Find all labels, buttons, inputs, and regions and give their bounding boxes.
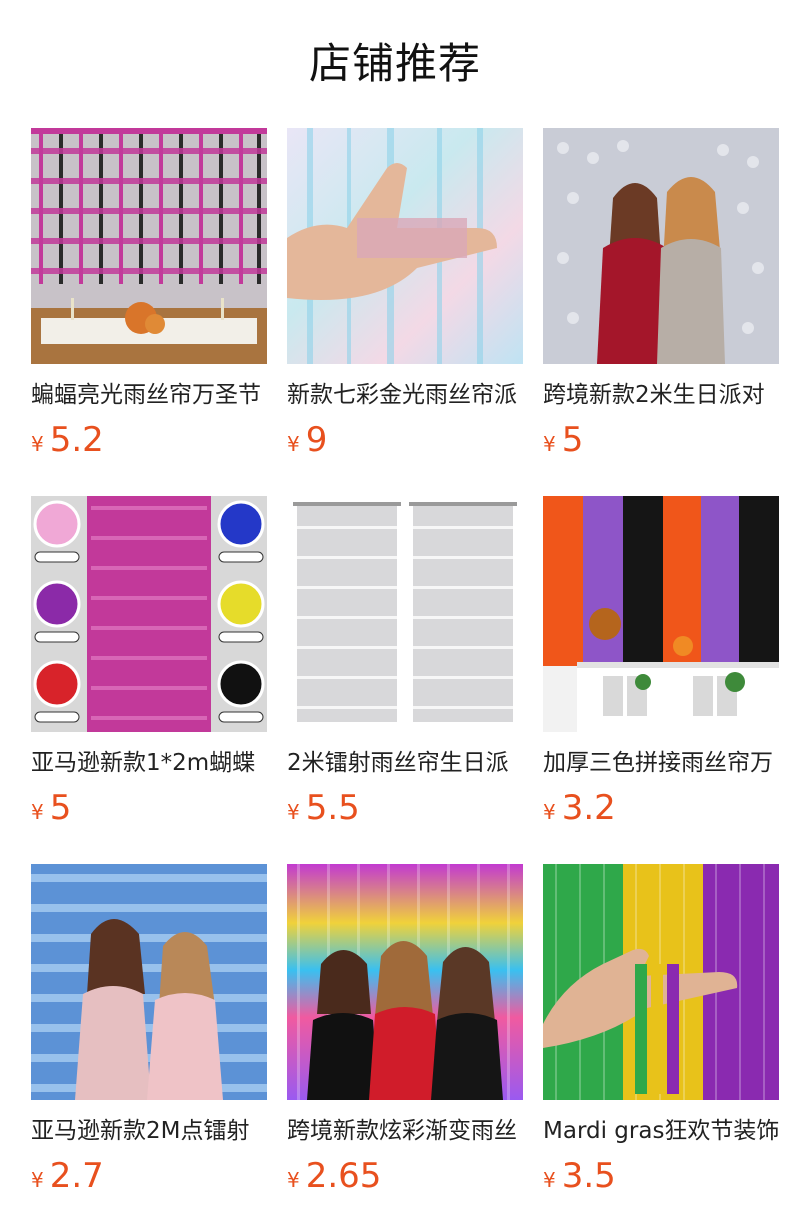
price-value: 3.5	[561, 1156, 616, 1196]
product-price: ¥3.5	[543, 1154, 779, 1198]
product-title[interactable]: 亚马逊新款1*2m蝴蝶	[31, 746, 267, 780]
product-card[interactable]: 亚马逊新款2M点镭射 ¥2.7	[31, 864, 267, 1232]
price-value: 5	[561, 420, 584, 460]
product-title[interactable]: 亚马逊新款2M点镭射	[31, 1114, 267, 1148]
product-card[interactable]: 2米镭射雨丝帘生日派 ¥5.5	[287, 496, 523, 864]
bat-curtain-table-photo-icon	[31, 128, 267, 364]
rainbow-gradient-curtain-women-photo-icon	[287, 864, 523, 1100]
product-image[interactable]	[287, 864, 523, 1100]
product-card[interactable]: 亚马逊新款1*2m蝴蝶 ¥5	[31, 496, 267, 864]
currency-symbol: ¥	[287, 800, 300, 824]
product-price: ¥3.2	[543, 786, 779, 830]
product-image[interactable]	[287, 128, 523, 364]
currency-symbol: ¥	[287, 432, 300, 456]
product-image[interactable]	[31, 128, 267, 364]
product-card[interactable]: 蝙蝠亮光雨丝帘万圣节 ¥5.2	[31, 128, 267, 496]
product-price: ¥5.2	[31, 418, 267, 462]
page-title: 店铺推荐	[308, 39, 481, 88]
currency-symbol: ¥	[31, 800, 44, 824]
blue-dot-curtain-women-photo-icon	[31, 864, 267, 1100]
product-card[interactable]: 跨境新款炫彩渐变雨丝 ¥2.65	[287, 864, 523, 1232]
currency-symbol: ¥	[287, 1168, 300, 1192]
product-title[interactable]: 跨境新款2米生日派对	[543, 378, 779, 412]
butterfly-curtain-colors-photo-icon	[31, 496, 267, 732]
product-price: ¥2.7	[31, 1154, 267, 1198]
product-image[interactable]	[31, 864, 267, 1100]
price-value: 5.2	[49, 420, 104, 460]
currency-symbol: ¥	[543, 1168, 556, 1192]
product-title[interactable]: Mardi gras狂欢节装饰	[543, 1114, 779, 1148]
currency-symbol: ¥	[31, 432, 44, 456]
product-grid: 蝙蝠亮光雨丝帘万圣节 ¥5.2 新款七彩金光雨丝帘派 ¥ 9 跨境新款2米生日派…	[31, 128, 779, 1232]
product-image[interactable]	[287, 496, 523, 732]
product-card[interactable]: 跨境新款2米生日派对 ¥5	[543, 128, 779, 496]
price-value: 2.7	[49, 1156, 104, 1196]
product-title[interactable]: 新款七彩金光雨丝帘派	[287, 378, 523, 412]
price-value: 5	[49, 788, 72, 828]
currency-symbol: ¥	[31, 1168, 44, 1192]
product-price: ¥9	[287, 418, 523, 462]
currency-symbol: ¥	[543, 432, 556, 456]
product-price: ¥5	[543, 418, 779, 462]
currency-symbol: ¥	[543, 800, 556, 824]
product-card[interactable]: Mardi gras狂欢节装饰 ¥3.5	[543, 864, 779, 1232]
product-price: ¥5.5	[287, 786, 523, 830]
sequin-curtain-party-women-photo-icon	[543, 128, 779, 364]
price-value: 3.2	[561, 788, 616, 828]
tricolor-fringe-curtain-photo-icon	[543, 496, 779, 732]
product-price: ¥5	[31, 786, 267, 830]
product-image[interactable]	[543, 128, 779, 364]
product-price: ¥2.65	[287, 1154, 523, 1198]
product-card[interactable]: 新款七彩金光雨丝帘派 ¥9	[287, 128, 523, 496]
mardi-gras-fringe-hand-photo-icon	[543, 864, 779, 1100]
product-image[interactable]	[543, 864, 779, 1100]
product-title[interactable]: 2米镭射雨丝帘生日派	[287, 746, 523, 780]
price-value: 9	[305, 420, 328, 460]
product-card[interactable]: 加厚三色拼接雨丝帘万 ¥3.2	[543, 496, 779, 864]
product-image[interactable]	[543, 496, 779, 732]
product-title[interactable]: 加厚三色拼接雨丝帘万	[543, 746, 779, 780]
iridescent-tinsel-hand-photo-icon	[287, 128, 523, 364]
price-value: 5.5	[305, 788, 360, 828]
product-image[interactable]	[31, 496, 267, 732]
product-title[interactable]: 跨境新款炫彩渐变雨丝	[287, 1114, 523, 1148]
product-title[interactable]: 蝙蝠亮光雨丝帘万圣节	[31, 378, 267, 412]
price-value: 2.65	[305, 1156, 382, 1196]
silver-laser-curtain-photo-icon	[287, 496, 523, 732]
